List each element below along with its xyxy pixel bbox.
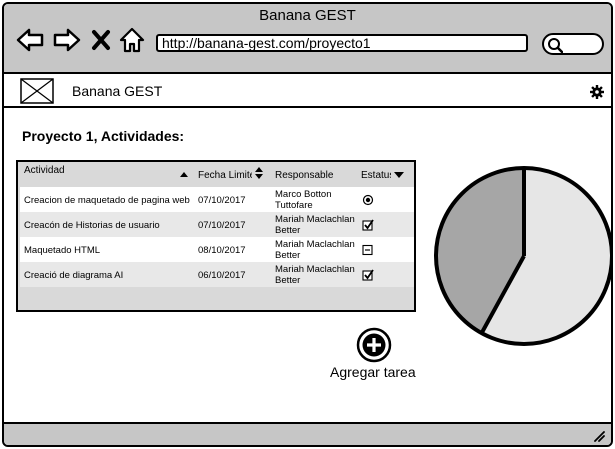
activities-table: Actividad Fecha Limite Responsable Estat… bbox=[16, 160, 416, 312]
column-header-activity[interactable]: Actividad bbox=[24, 165, 65, 176]
table-row[interactable]: Creacion de maquetado de pagina web 07/1… bbox=[20, 187, 414, 212]
activity-cell: Maquetado HTML bbox=[24, 245, 101, 256]
checkbox-checked-icon[interactable] bbox=[362, 269, 374, 281]
deadline-cell: 08/10/2017 bbox=[198, 245, 246, 256]
responsible-cell: Marco Botton Tuttofare bbox=[275, 189, 332, 211]
deadline-cell: 06/10/2017 bbox=[198, 270, 246, 281]
filter-dropdown-icon[interactable] bbox=[394, 172, 404, 178]
sort-down-icon[interactable] bbox=[255, 174, 263, 179]
app-name: Banana GEST bbox=[72, 83, 163, 99]
radio-selected-icon[interactable] bbox=[362, 194, 374, 206]
window-title: Banana GEST bbox=[259, 7, 356, 24]
column-header-deadline[interactable]: Fecha Limite bbox=[198, 170, 252, 181]
checkbox-indeterminate-icon[interactable] bbox=[362, 244, 374, 256]
activity-cell: Creació de diagrama AI bbox=[24, 270, 124, 281]
responsible-cell: Mariah Maclachlan Better bbox=[275, 239, 355, 261]
activity-cell: Creacion de maquetado de pagina web bbox=[24, 195, 190, 206]
home-icon[interactable] bbox=[118, 26, 146, 54]
table-header: Actividad Fecha Limite Responsable Estat… bbox=[18, 162, 414, 186]
sort-asc-icon[interactable] bbox=[180, 172, 188, 177]
table-row[interactable]: Creacón de Historias de usuario 07/10/20… bbox=[20, 212, 414, 237]
app-header: Banana GEST bbox=[4, 74, 611, 108]
image-placeholder-icon bbox=[20, 78, 54, 104]
browser-window: Banana GEST http://banana-gest.com/proye… bbox=[2, 2, 613, 447]
responsible-cell: Mariah Maclachlan Better bbox=[275, 214, 355, 236]
activity-cell: Creacón de Historias de usuario bbox=[24, 220, 160, 231]
close-x-icon[interactable] bbox=[90, 26, 112, 54]
url-input[interactable]: http://banana-gest.com/proyecto1 bbox=[156, 34, 528, 52]
search-icon bbox=[548, 38, 563, 53]
table-row[interactable]: Maquetado HTML 08/10/2017 Mariah Maclach… bbox=[20, 237, 414, 262]
sort-up-icon[interactable] bbox=[255, 167, 263, 172]
plus-circle-icon[interactable] bbox=[356, 327, 392, 363]
forward-arrow-icon[interactable] bbox=[53, 26, 81, 54]
column-header-responsible[interactable]: Responsable bbox=[275, 170, 333, 181]
resize-grip-icon[interactable] bbox=[593, 430, 605, 442]
table-row[interactable]: Creació de diagrama AI 06/10/2017 Mariah… bbox=[20, 262, 414, 287]
pie-chart bbox=[434, 166, 611, 346]
responsible-cell: Mariah Maclachlan Better bbox=[275, 264, 355, 286]
back-arrow-icon[interactable] bbox=[16, 26, 44, 54]
checkbox-checked-icon[interactable] bbox=[362, 219, 374, 231]
status-bar bbox=[4, 422, 611, 445]
column-header-status[interactable]: Estatus bbox=[361, 170, 391, 181]
gear-icon[interactable] bbox=[590, 85, 604, 99]
browser-chrome: Banana GEST http://banana-gest.com/proye… bbox=[4, 4, 611, 74]
deadline-cell: 07/10/2017 bbox=[198, 195, 246, 206]
page-title: Proyecto 1, Actividades: bbox=[22, 128, 185, 144]
add-task-label[interactable]: Agregar tarea bbox=[330, 364, 416, 380]
deadline-cell: 07/10/2017 bbox=[198, 220, 246, 231]
search-input[interactable] bbox=[542, 33, 604, 55]
